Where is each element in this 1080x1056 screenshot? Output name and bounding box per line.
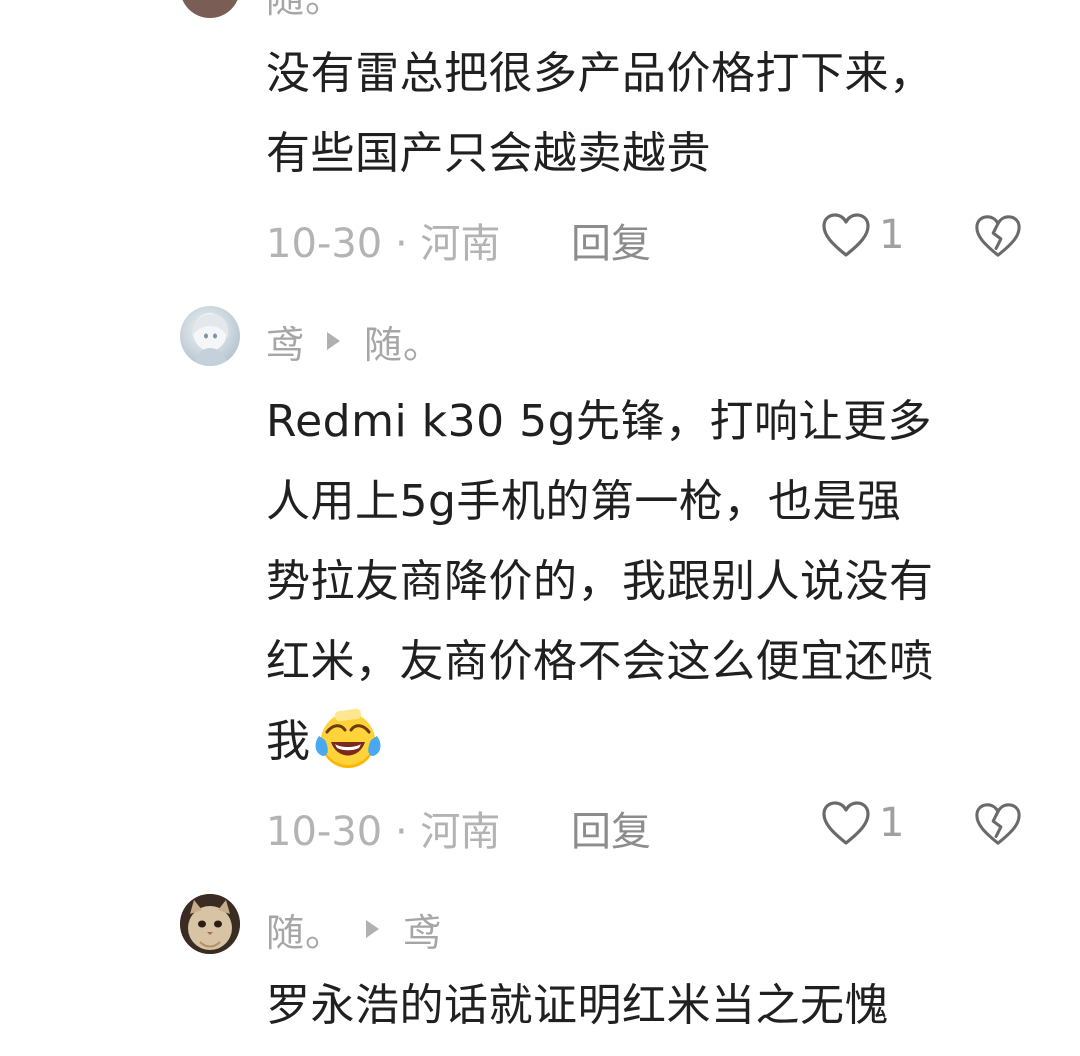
comment-1-line-1: 没有雷总把很多产品价格打下来，	[266, 48, 934, 99]
comment-1-body: 没有雷总把很多产品价格打下来， 有些国产只会越卖越贵	[266, 34, 1046, 194]
comment-2-date: 10-30	[266, 809, 383, 855]
comment-2-dislike-button[interactable]	[974, 801, 1022, 857]
comment-2-separator: ·	[394, 809, 408, 855]
broken-heart-icon	[975, 803, 1021, 845]
comment-2-like-button[interactable]: 1	[821, 793, 904, 853]
comment-2-reply-to[interactable]: 随。	[364, 314, 442, 369]
comment-2-avatar[interactable]	[180, 306, 240, 366]
comment-2-line-3: 势拉友商降价的，我跟别人说没有	[266, 556, 934, 607]
top-partial-name-text: 随。	[266, 0, 344, 23]
comment-1-line-2: 有些国产只会越卖越贵	[266, 128, 711, 179]
comment-1-like-count: 1	[879, 212, 905, 258]
comment-2-date-location: 10-30 · 河南	[266, 799, 500, 857]
top-partial-avatar[interactable]	[180, 0, 240, 18]
comment-1-meta: 10-30 · 河南 回复 1	[266, 205, 1036, 267]
comment-3-line-1: 罗永浩的话就证明红米当之无愧	[266, 980, 889, 1031]
comment-2-line-1: Redmi k30 5g先锋，打响让更多	[266, 396, 933, 447]
broken-heart-icon	[975, 215, 1021, 257]
comment-2-location: 河南	[420, 809, 501, 855]
comment-2-like-count: 1	[879, 800, 905, 846]
comment-2-line-4: 红米，友商价格不会这么便宜还喷	[266, 636, 934, 687]
reply-arrow-icon	[327, 332, 341, 350]
comment-2-line-2: 人用上5g手机的第一枪，也是强	[266, 476, 902, 527]
avatar-white-hair-icon	[192, 313, 229, 366]
comment-1-date-location: 10-30 · 河南	[266, 211, 500, 269]
top-partial-username[interactable]: 随。	[266, 0, 344, 23]
comment-2-author[interactable]: 鸢	[266, 314, 305, 369]
heart-outline-icon	[822, 213, 870, 257]
comment-1-date: 10-30	[266, 221, 383, 267]
comment-2-line-5: 我	[266, 702, 1046, 782]
comment-2-meta: 10-30 · 河南 回复 1	[266, 793, 1036, 855]
comment-1-like-button[interactable]: 1	[821, 205, 904, 265]
comment-3-author[interactable]: 随。	[266, 902, 344, 957]
comment-1-reply-button[interactable]: 回复	[571, 211, 651, 269]
comment-3-names: 随。 鸢	[266, 902, 442, 957]
comment-2-reply-button[interactable]: 回复	[571, 799, 651, 857]
comment-2-line-5-text: 我	[266, 716, 311, 767]
reply-arrow-icon	[366, 920, 380, 938]
comment-2-names: 鸢 随。	[266, 314, 442, 369]
comment-2-body: Redmi k30 5g先锋，打响让更多 人用上5g手机的第一枪，也是强 势拉友…	[266, 382, 1046, 782]
comment-3-avatar[interactable]	[180, 894, 240, 954]
comment-3-reply-to[interactable]: 鸢	[403, 902, 442, 957]
heart-outline-icon	[822, 801, 870, 845]
avatar-cat-icon	[180, 894, 240, 954]
comment-1-separator: ·	[394, 221, 408, 267]
face-with-tears-of-joy-icon	[315, 708, 380, 768]
comment-3-body: 罗永浩的话就证明红米当之无愧	[266, 966, 1046, 1046]
comment-1-location: 河南	[420, 221, 501, 267]
comment-1-dislike-button[interactable]	[974, 213, 1022, 269]
